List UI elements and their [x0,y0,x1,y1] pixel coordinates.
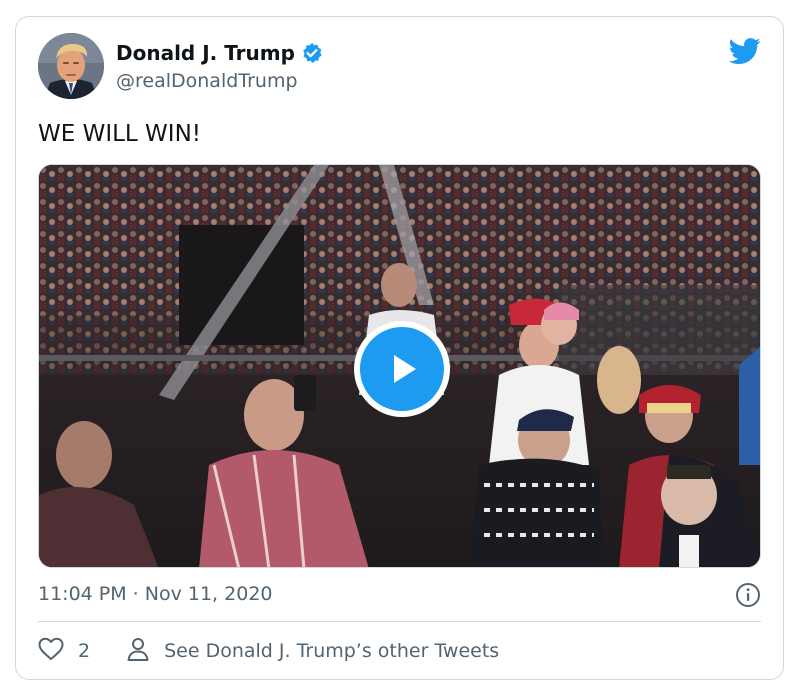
like-count: 2 [78,640,91,662]
author-display-name[interactable]: Donald J. Trump [116,39,295,67]
person-icon [126,636,150,666]
tweet-timestamp[interactable]: 11:04 PM · Nov 11, 2020 [38,581,273,607]
avatar-portrait [38,33,104,99]
verified-badge-icon [301,42,323,64]
play-icon [360,327,444,411]
play-button[interactable] [354,321,450,417]
video-player[interactable] [38,164,761,568]
other-tweets-label: See Donald J. Trump’s other Tweets [164,640,500,662]
tweet-text: WE WILL WIN! [38,121,201,147]
tweet-embed-card: Donald J. Trump @realDonaldTrump WE WILL… [15,16,784,680]
other-tweets-link[interactable]: See Donald J. Trump’s other Tweets [126,636,499,666]
twitter-bird-icon[interactable] [728,35,761,67]
tweet-actions: 2 See Donald J. Trump’s other Tweets [38,635,499,667]
author-name-row[interactable]: Donald J. Trump [116,39,323,67]
author-handle[interactable]: @realDonaldTrump [116,68,298,94]
heart-icon [38,637,64,665]
divider [38,621,761,622]
like-button[interactable]: 2 [38,637,90,665]
info-icon[interactable] [735,582,761,608]
author-avatar[interactable] [38,33,104,99]
